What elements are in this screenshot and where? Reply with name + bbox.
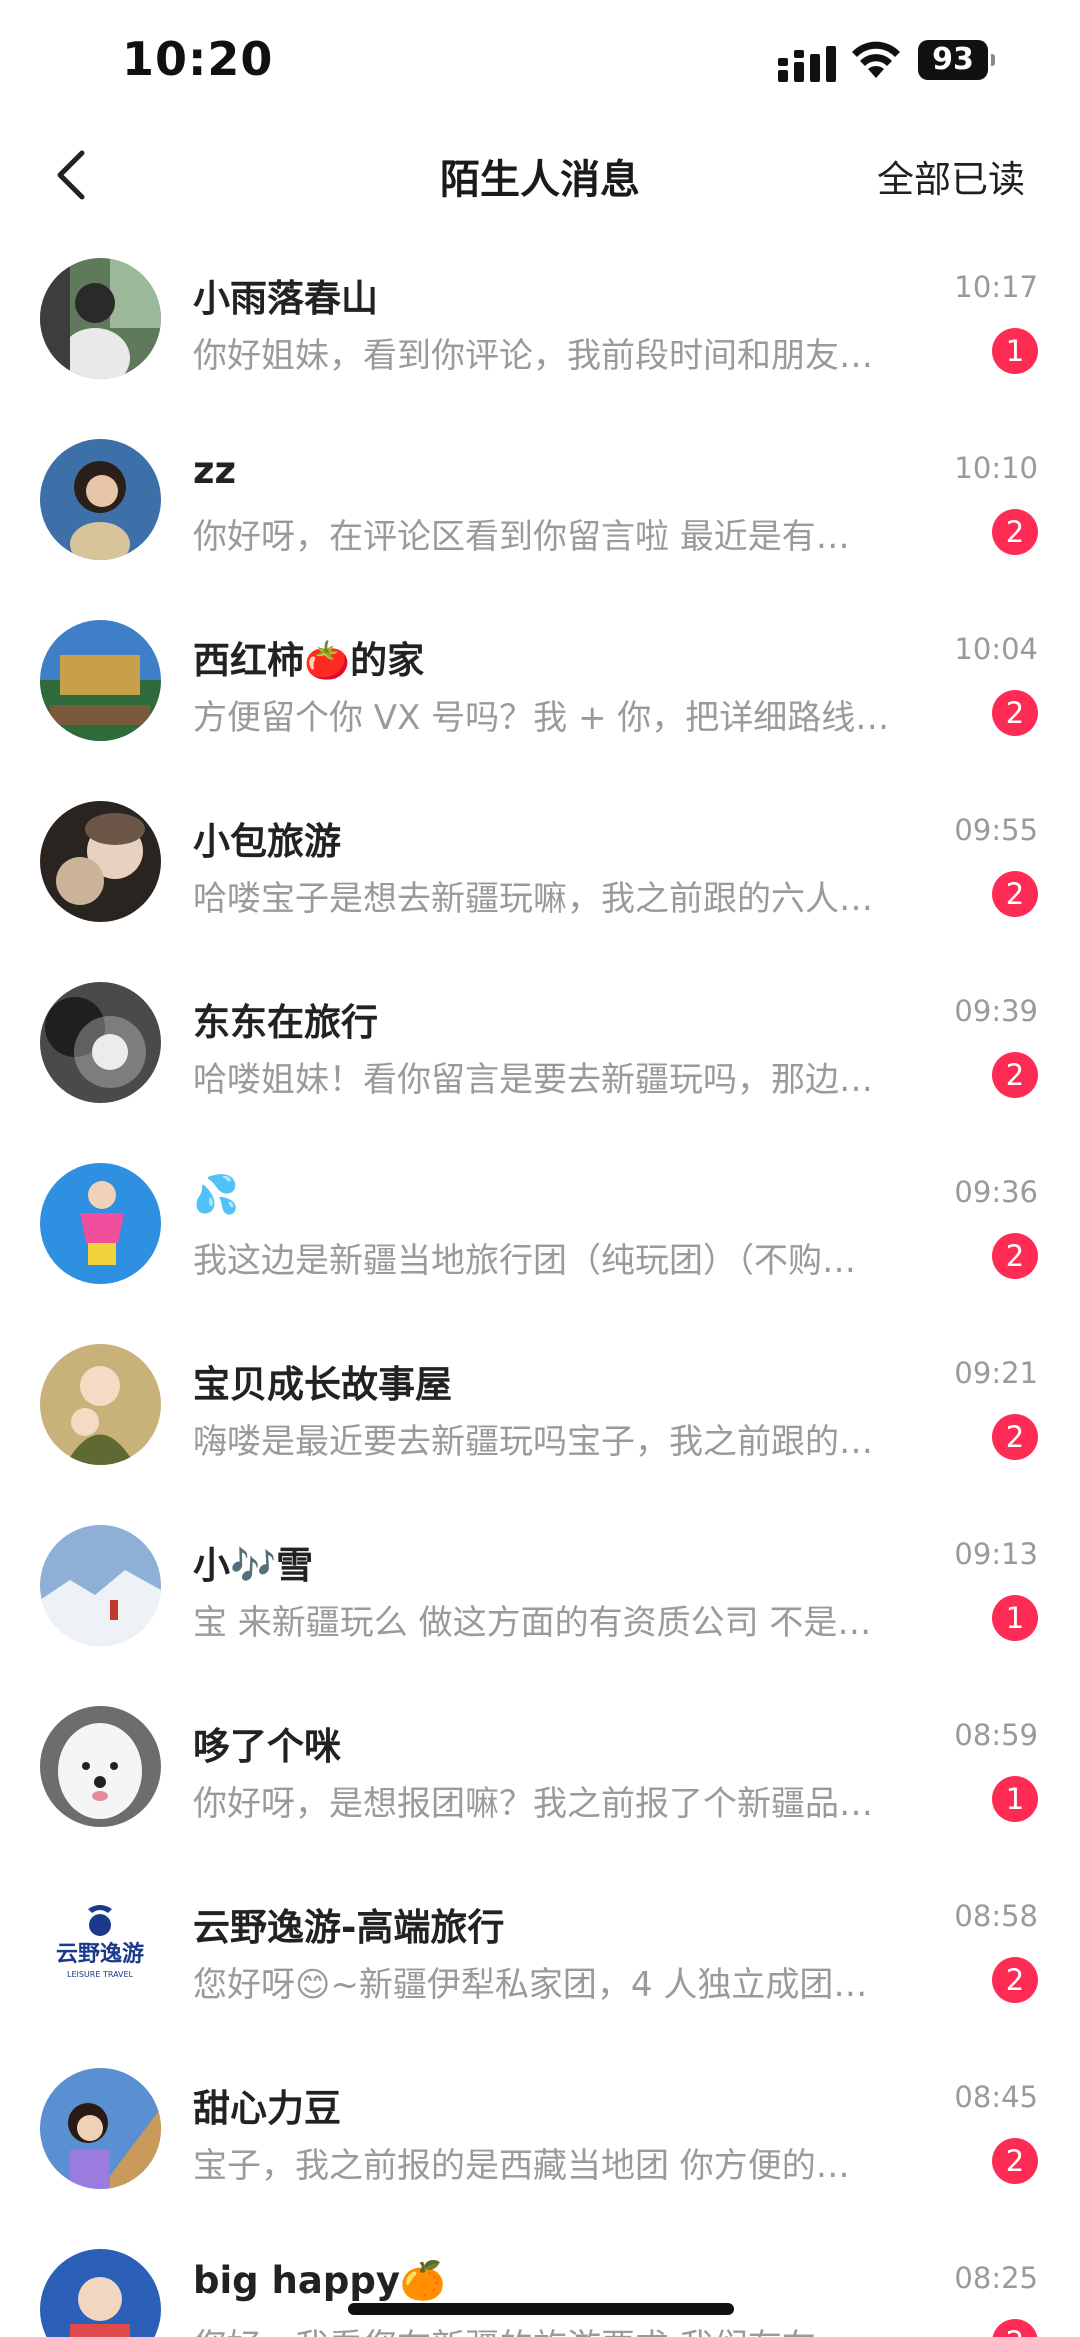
message-time: 10:17	[954, 270, 1038, 304]
nav-bar: 陌生人消息 全部已读	[0, 125, 1080, 225]
message-preview: 宝子，我之前报的是西藏当地团 你方便的…	[193, 2146, 850, 2186]
contact-name: 宝贝成长故事屋	[193, 1363, 452, 1406]
list-item[interactable]: 东东在旅行 09:39 哈喽姐妹！看你留言是要去新疆玩吗，那边… 2	[0, 982, 1080, 1163]
contact-name: 哆了个咪	[193, 1725, 341, 1768]
contact-name: 小雨落春山	[193, 277, 378, 320]
contact-name: 甜心力豆	[193, 2087, 341, 2130]
list-item[interactable]: 西红柿🍅的家 10:04 方便留个你 VX 号吗？我 + 你，把详细路线… 2	[0, 620, 1080, 801]
message-preview: 哈喽姐妹！看你留言是要去新疆玩吗，那边…	[193, 1060, 873, 1100]
message-list: 小雨落春山 10:17 你好姐妹，看到你评论，我前段时间和朋友… 1 zz 10…	[0, 258, 1080, 2337]
battery-level: 93	[918, 40, 988, 80]
contact-name: 云野逸游-高端旅行	[193, 1906, 505, 1949]
stranger-messages-page: 10:20 93 陌生人消息 全部已读 小雨落春山 10:17 你好姐妹，看到你…	[0, 0, 1080, 2337]
wifi-icon	[852, 41, 900, 78]
message-time: 08:59	[954, 1718, 1038, 1752]
logo-text: 云野逸游	[56, 1941, 144, 1967]
list-item[interactable]: 小🎶雪 09:13 宝 来新疆玩么 做这方面的有资质公司 不是… 1	[0, 1525, 1080, 1706]
message-time: 09:21	[954, 1356, 1038, 1390]
list-item[interactable]: big happy🍊 08:25 您好，我看您在新疆的旅游要求 我们有在… 2	[0, 2249, 1080, 2337]
avatar	[40, 2068, 161, 2189]
signal-icon	[778, 46, 836, 82]
avatar	[40, 801, 161, 922]
message-preview: 你好呀，是想报团嘛？我之前报了个新疆品…	[193, 1784, 873, 1824]
message-preview: 您好呀😊~新疆伊犁私家团，4 人独立成团…	[193, 1965, 868, 2005]
unread-badge: 2	[992, 1233, 1038, 1279]
message-preview: 嗨喽是最近要去新疆玩吗宝子，我之前跟的…	[193, 1422, 873, 1462]
list-item[interactable]: 💦 09:36 我这边是新疆当地旅行团（纯玩团）（不购… 2	[0, 1163, 1080, 1344]
unread-badge: 2	[992, 690, 1038, 736]
message-preview: 你好姐妹，看到你评论，我前段时间和朋友…	[193, 336, 873, 376]
avatar	[40, 1344, 161, 1465]
list-item[interactable]: 云野逸游 LEISURE TRAVEL 云野逸游-高端旅行 08:58 您好呀😊…	[0, 1887, 1080, 2068]
status-time: 10:20	[122, 32, 274, 86]
list-item[interactable]: 哆了个咪 08:59 你好呀，是想报团嘛？我之前报了个新疆品… 1	[0, 1706, 1080, 1887]
unread-badge: 2	[992, 509, 1038, 555]
contact-name: big happy🍊	[193, 2259, 447, 2302]
list-item[interactable]: 小雨落春山 10:17 你好姐妹，看到你评论，我前段时间和朋友… 1	[0, 258, 1080, 439]
contact-name: 小🎶雪	[193, 1544, 314, 1587]
avatar	[40, 1163, 161, 1284]
contact-name: 东东在旅行	[193, 1001, 378, 1044]
avatar	[40, 2249, 161, 2337]
status-bar: 10:20 93	[0, 0, 1080, 120]
message-preview: 您好，我看您在新疆的旅游要求 我们有在…	[193, 2319, 963, 2337]
avatar	[40, 982, 161, 1103]
message-time: 08:45	[954, 2080, 1038, 2114]
unread-badge: 2	[992, 2319, 1038, 2337]
avatar	[40, 620, 161, 741]
list-item[interactable]: zz 10:10 你好呀，在评论区看到你留言啦 最近是有… 2	[0, 439, 1080, 620]
message-time: 08:25	[954, 2261, 1038, 2295]
unread-badge: 2	[992, 871, 1038, 917]
avatar	[40, 1706, 161, 1827]
avatar-logo: 云野逸游 LEISURE TRAVEL	[40, 1887, 161, 2008]
list-item[interactable]: 甜心力豆 08:45 宝子，我之前报的是西藏当地团 你方便的… 2	[0, 2068, 1080, 2249]
list-item[interactable]: 小包旅游 09:55 哈喽宝子是想去新疆玩嘛，我之前跟的六人… 2	[0, 801, 1080, 982]
message-time: 08:58	[954, 1899, 1038, 1933]
unread-badge: 1	[992, 328, 1038, 374]
contact-name: 小包旅游	[193, 820, 341, 863]
message-preview: 宝 来新疆玩么 做这方面的有资质公司 不是…	[193, 1603, 872, 1643]
avatar	[40, 439, 161, 560]
message-time: 10:10	[954, 451, 1038, 485]
message-time: 09:36	[954, 1175, 1038, 1209]
contact-name: 💦	[193, 1173, 240, 1216]
unread-badge: 1	[992, 1776, 1038, 1822]
message-time: 10:04	[954, 632, 1038, 666]
list-item[interactable]: 宝贝成长故事屋 09:21 嗨喽是最近要去新疆玩吗宝子，我之前跟的… 2	[0, 1344, 1080, 1525]
contact-name: zz	[193, 449, 237, 492]
message-time: 09:39	[954, 994, 1038, 1028]
battery-icon: 93	[918, 40, 995, 80]
avatar	[40, 1525, 161, 1646]
avatar	[40, 258, 161, 379]
unread-badge: 2	[992, 1957, 1038, 2003]
unread-badge: 2	[992, 2138, 1038, 2184]
message-preview: 你好呀，在评论区看到你留言啦 最近是有…	[193, 517, 850, 557]
unread-badge: 2	[992, 1414, 1038, 1460]
message-preview: 方便留个你 VX 号吗？我 + 你，把详细路线…	[193, 698, 890, 738]
message-time: 09:55	[954, 813, 1038, 847]
message-preview: 哈喽宝子是想去新疆玩嘛，我之前跟的六人…	[193, 879, 873, 919]
contact-name: 西红柿🍅的家	[193, 639, 425, 682]
logo-subtext: LEISURE TRAVEL	[67, 1970, 134, 1979]
message-preview: 我这边是新疆当地旅行团（纯玩团）（不购…	[193, 1241, 856, 1281]
message-time: 09:13	[954, 1537, 1038, 1571]
unread-badge: 2	[992, 1052, 1038, 1098]
mark-all-read-button[interactable]: 全部已读	[877, 149, 1025, 203]
unread-badge: 1	[992, 1595, 1038, 1641]
home-indicator[interactable]	[348, 2303, 734, 2315]
battery-tip	[991, 54, 995, 66]
